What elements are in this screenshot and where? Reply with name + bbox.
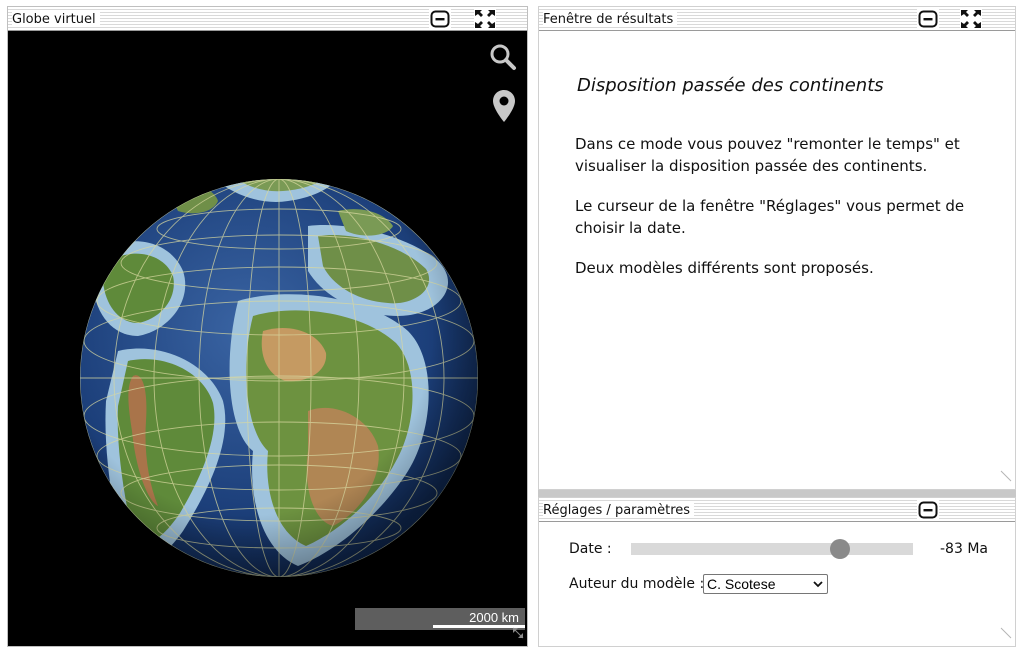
model-select-value: C. Scotese xyxy=(707,576,776,592)
globe-view[interactable]: 2000 km xyxy=(8,31,527,646)
settings-minimize-button[interactable] xyxy=(917,500,939,520)
globe-shading xyxy=(80,179,478,577)
results-paragraph: Dans ce mode vous pouvez "remonter le te… xyxy=(575,135,960,175)
search-icon xyxy=(490,44,516,70)
maximize-icon xyxy=(475,10,495,28)
map-pin-icon xyxy=(493,90,515,122)
date-slider-thumb[interactable] xyxy=(829,539,850,559)
minimize-icon xyxy=(918,10,938,28)
scale-label: 2000 km xyxy=(469,610,519,625)
date-value: -83 Ma xyxy=(940,541,988,557)
globe-panel-header: Globe virtuel xyxy=(8,7,527,31)
resize-icon xyxy=(1000,627,1012,639)
maximize-icon xyxy=(961,10,981,28)
chevron-down-icon xyxy=(813,581,823,588)
globe-minimize-button[interactable] xyxy=(429,9,451,29)
settings-resize-grip[interactable] xyxy=(1000,624,1012,643)
globe-map[interactable] xyxy=(8,31,527,646)
results-panel-header: Fenêtre de résultats xyxy=(539,7,1015,31)
settings-panel-header: Réglages / paramètres xyxy=(539,498,1015,522)
globe-maximize-button[interactable] xyxy=(474,9,496,29)
results-panel: Fenêtre de résultats Disposition passée … xyxy=(538,6,1016,490)
settings-panel: Réglages / paramètres Date : -83 Ma Aute… xyxy=(538,497,1016,647)
minimize-icon xyxy=(430,10,450,28)
results-heading: Disposition passée des continents xyxy=(577,75,884,96)
location-button[interactable] xyxy=(492,89,516,127)
search-button[interactable] xyxy=(489,43,517,75)
model-select[interactable]: C. Scotese xyxy=(703,574,828,594)
resize-icon xyxy=(1000,470,1012,482)
date-label: Date : xyxy=(569,541,612,557)
results-paragraph: Deux modèles différents sont proposés. xyxy=(575,259,874,277)
globe-resize-grip[interactable] xyxy=(512,624,524,643)
results-panel-title: Fenêtre de résultats xyxy=(543,12,678,27)
results-resize-grip[interactable] xyxy=(1000,467,1012,486)
results-paragraph: Le curseur de la fenêtre "Réglages" vous… xyxy=(575,197,965,237)
panel-separator[interactable] xyxy=(538,490,1016,497)
results-content: Disposition passée des continents Dans c… xyxy=(539,31,1015,489)
globe-panel-title: Globe virtuel xyxy=(12,12,100,27)
globe-panel: Globe virtuel 2000 km xyxy=(7,6,528,647)
minimize-icon xyxy=(918,501,938,519)
results-minimize-button[interactable] xyxy=(917,9,939,29)
results-maximize-button[interactable] xyxy=(960,9,982,29)
date-slider[interactable] xyxy=(631,539,913,559)
model-label: Auteur du modèle : xyxy=(569,576,705,592)
settings-panel-title: Réglages / paramètres xyxy=(543,503,695,518)
resize-icon xyxy=(512,627,524,639)
scale-bar: 2000 km xyxy=(355,608,525,630)
